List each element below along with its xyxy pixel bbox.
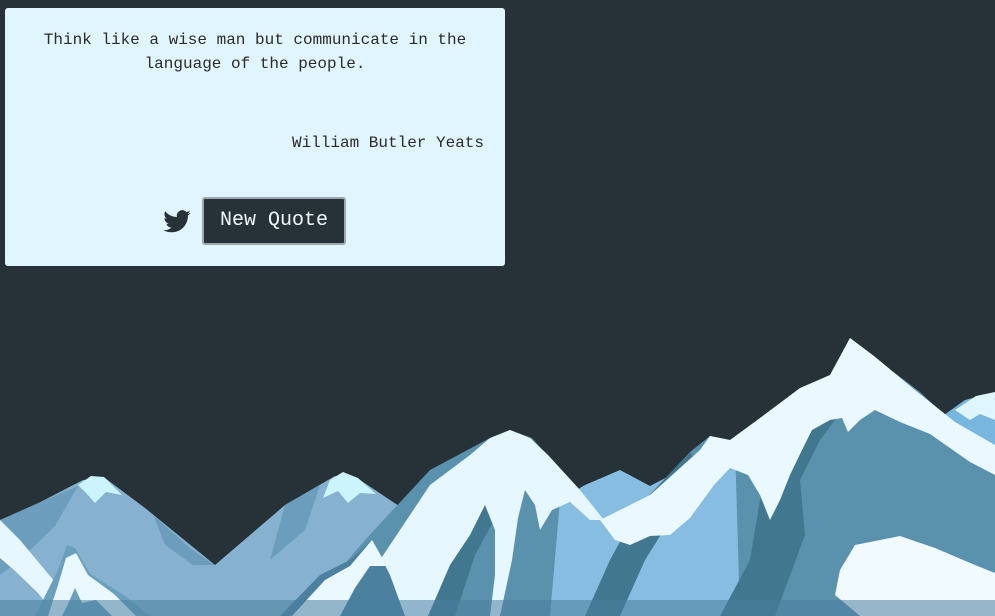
quote-actions: New Quote (162, 197, 347, 245)
valley-base (0, 600, 995, 616)
new-quote-button[interactable]: New Quote (202, 197, 347, 245)
quote-card: Think like a wise man but communicate in… (5, 8, 505, 266)
quote-text: Think like a wise man but communicate in… (43, 31, 467, 73)
scene: Think like a wise man but communicate in… (0, 0, 995, 616)
twitter-bird-icon (163, 210, 191, 233)
tweet-quote-link[interactable] (162, 206, 192, 236)
quote-author: William Butler Yeats (291, 134, 484, 152)
